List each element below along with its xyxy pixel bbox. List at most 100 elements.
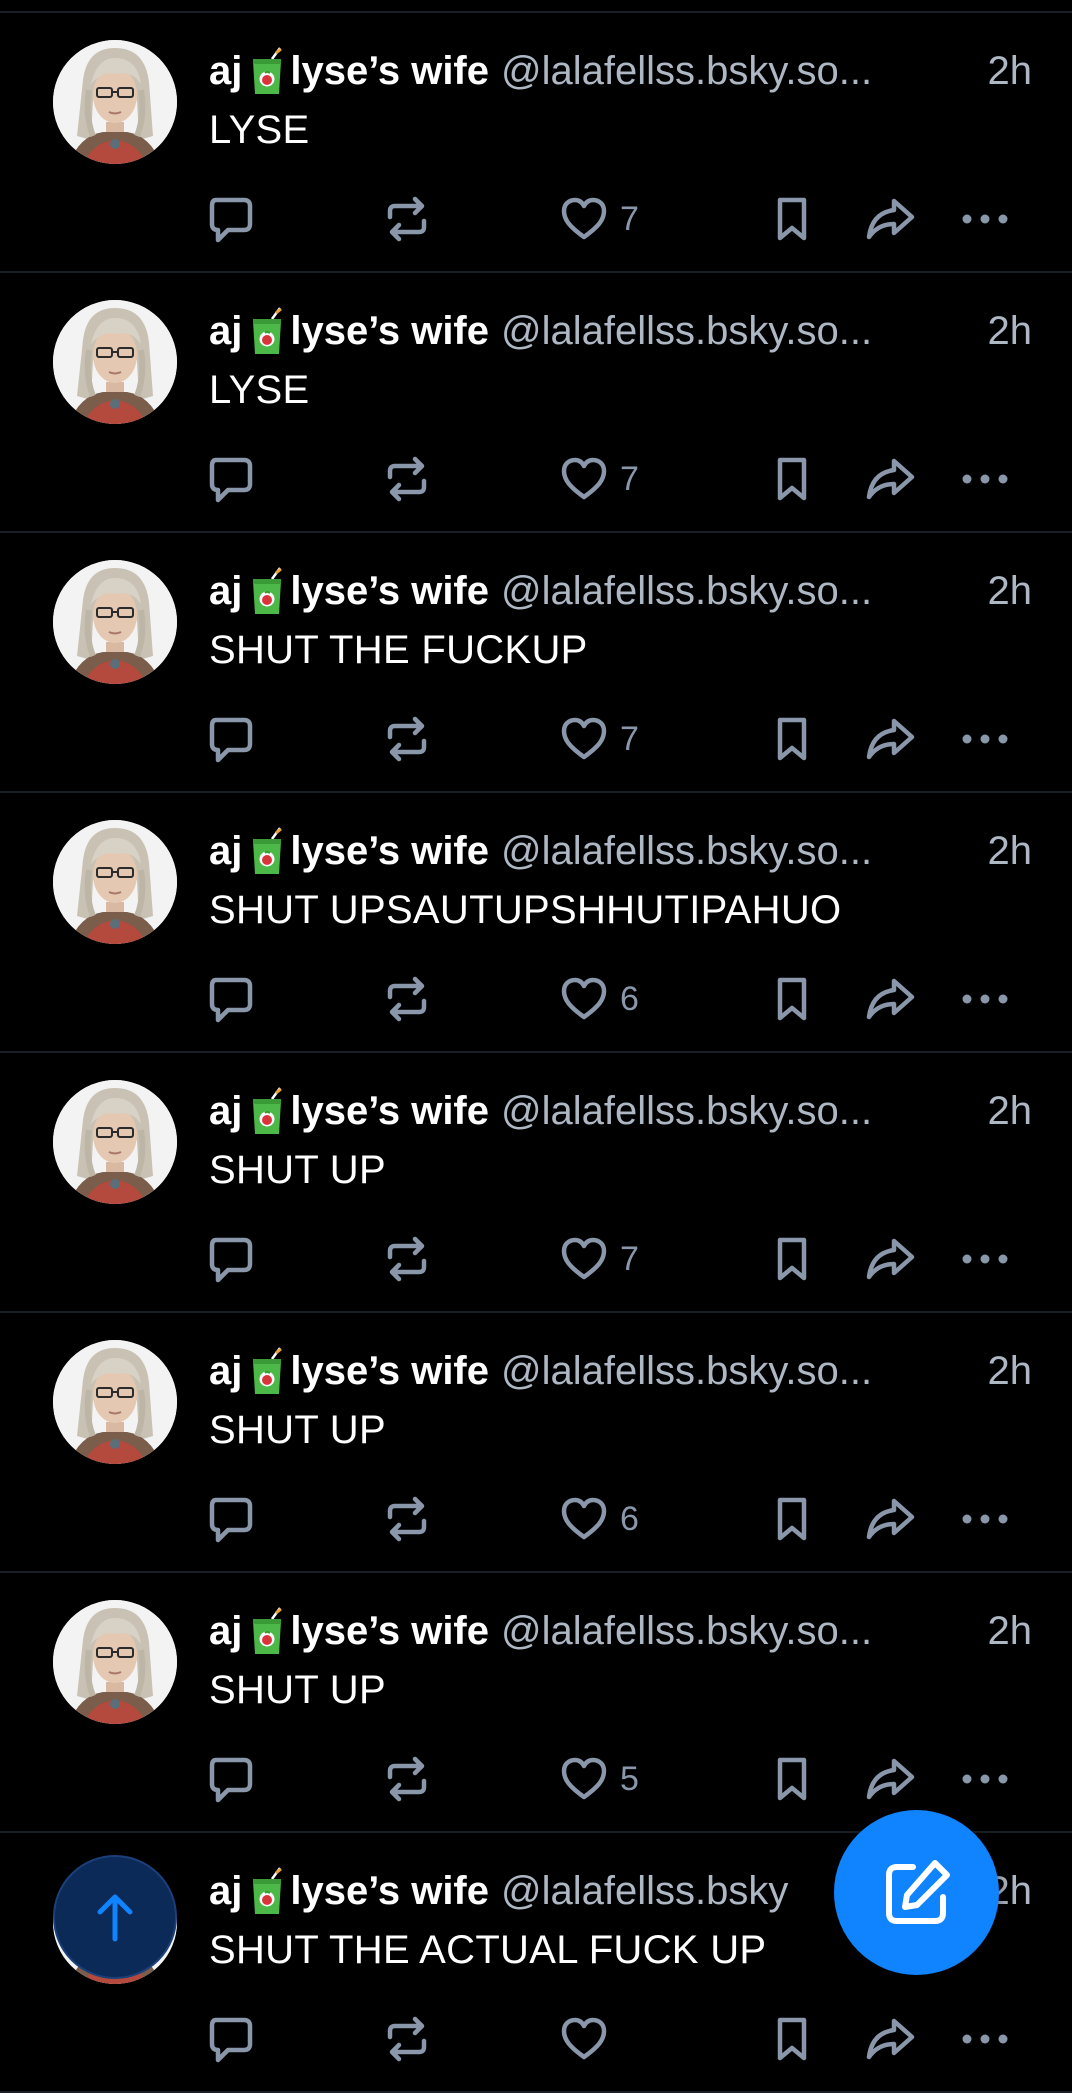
repost-button[interactable]: [384, 971, 430, 1027]
reply-button[interactable]: [206, 1491, 254, 1547]
user-handle[interactable]: @lalafellss.bsky.so...: [501, 49, 974, 94]
avatar[interactable]: [53, 1080, 177, 1204]
post-text: SHUT UP: [209, 1668, 386, 1712]
share-button[interactable]: [864, 711, 916, 767]
post-timestamp[interactable]: 2h: [988, 1349, 1033, 1394]
post-header: aj lyse’s wife @lalafellss.bsky.so... 2h: [209, 1341, 1032, 1401]
share-button[interactable]: [864, 2011, 916, 2067]
display-name[interactable]: aj lyse’s wife: [209, 1607, 489, 1655]
like-button[interactable]: 7: [560, 191, 639, 247]
share-button[interactable]: [864, 1231, 916, 1287]
bookmark-button[interactable]: [772, 191, 812, 247]
share-button[interactable]: [864, 191, 916, 247]
like-button[interactable]: 6: [560, 971, 639, 1027]
heart-icon: [561, 717, 607, 760]
avatar[interactable]: [53, 820, 177, 944]
like-button[interactable]: 5: [560, 1751, 639, 1807]
like-button[interactable]: 7: [560, 451, 639, 507]
post-timestamp[interactable]: 2h: [988, 309, 1033, 354]
scroll-to-top-button[interactable]: [53, 1855, 177, 1979]
repost-button[interactable]: [384, 451, 430, 507]
bookmark-button[interactable]: [772, 1751, 812, 1807]
feed-post[interactable]: aj lyse’s wife @lalafellss.bsky.so... 2h…: [0, 273, 1072, 533]
share-icon: [866, 458, 915, 500]
share-button[interactable]: [864, 1751, 916, 1807]
repost-button[interactable]: [384, 191, 430, 247]
juice-box-emoji-icon: [250, 1087, 284, 1135]
display-name[interactable]: aj lyse’s wife: [209, 827, 489, 875]
like-count: 7: [620, 459, 639, 498]
post-timestamp[interactable]: 2h: [988, 49, 1033, 94]
repost-button[interactable]: [384, 711, 430, 767]
repost-button[interactable]: [384, 1751, 430, 1807]
like-button[interactable]: [560, 2011, 620, 2067]
reply-button[interactable]: [206, 711, 254, 767]
reply-button[interactable]: [206, 1231, 254, 1287]
repost-icon: [387, 196, 427, 242]
repost-icon: [387, 456, 427, 502]
avatar[interactable]: [53, 40, 177, 164]
feed-post[interactable]: aj lyse’s wife @lalafellss.bsky.so... 2h…: [0, 1053, 1072, 1313]
repost-button[interactable]: [384, 2011, 430, 2067]
more-options-button[interactable]: [961, 2011, 1009, 2067]
more-options-button[interactable]: [961, 711, 1009, 767]
reply-button[interactable]: [206, 1751, 254, 1807]
bookmark-icon: [777, 1497, 807, 1541]
bookmark-button[interactable]: [772, 1231, 812, 1287]
more-options-button[interactable]: [961, 1231, 1009, 1287]
bookmark-button[interactable]: [772, 711, 812, 767]
display-name-part: lyse’s wife: [290, 828, 489, 873]
share-button[interactable]: [864, 1491, 916, 1547]
feed-post[interactable]: aj lyse’s wife @lalafellss.bsky.so... 2h…: [0, 1573, 1072, 1833]
display-name[interactable]: aj lyse’s wife: [209, 1087, 489, 1135]
like-button[interactable]: 7: [560, 1231, 639, 1287]
avatar[interactable]: [53, 1600, 177, 1724]
post-actions: 7: [0, 451, 1072, 507]
reply-button[interactable]: [206, 451, 254, 507]
avatar[interactable]: [53, 560, 177, 684]
feed-post[interactable]: aj lyse’s wife @lalafellss.bsky.so... 2h…: [0, 13, 1072, 273]
bookmark-button[interactable]: [772, 451, 812, 507]
compose-button[interactable]: [834, 1810, 999, 1975]
more-options-button[interactable]: [961, 971, 1009, 1027]
display-name[interactable]: aj lyse’s wife: [209, 47, 489, 95]
user-handle[interactable]: @lalafellss.bsky.so...: [501, 569, 974, 614]
like-button[interactable]: 6: [560, 1491, 639, 1547]
display-name[interactable]: aj lyse’s wife: [209, 1347, 489, 1395]
feed-post[interactable]: aj lyse’s wife @lalafellss.bsky.so... 2h…: [0, 793, 1072, 1053]
avatar[interactable]: [53, 300, 177, 424]
post-timestamp[interactable]: 2h: [988, 569, 1033, 614]
user-handle[interactable]: @lalafellss.bsky.so...: [501, 309, 974, 354]
share-button[interactable]: [864, 451, 916, 507]
bookmark-button[interactable]: [772, 971, 812, 1027]
post-timestamp[interactable]: 2h: [988, 1089, 1033, 1134]
user-handle[interactable]: @lalafellss.bsky.so...: [501, 1089, 974, 1134]
more-options-button[interactable]: [961, 451, 1009, 507]
like-button[interactable]: 7: [560, 711, 639, 767]
display-name[interactable]: aj lyse’s wife: [209, 307, 489, 355]
more-options-button[interactable]: [961, 191, 1009, 247]
display-name[interactable]: aj lyse’s wife: [209, 567, 489, 615]
post-timestamp[interactable]: 2h: [988, 829, 1033, 874]
more-options-button[interactable]: [961, 1751, 1009, 1807]
more-options-button[interactable]: [961, 1491, 1009, 1547]
feed-post[interactable]: aj lyse’s wife @lalafellss.bsky.so... 2h…: [0, 533, 1072, 793]
bookmark-button[interactable]: [772, 1491, 812, 1547]
user-handle[interactable]: @lalafellss.bsky.so...: [501, 1349, 974, 1394]
reply-button[interactable]: [206, 2011, 254, 2067]
repost-button[interactable]: [384, 1231, 430, 1287]
display-name[interactable]: aj lyse’s wife: [209, 1867, 489, 1915]
post-text: LYSE: [209, 368, 310, 412]
user-handle[interactable]: @lalafellss.bsky.so...: [501, 1609, 974, 1654]
display-name-part: aj: [209, 568, 243, 613]
feed-post[interactable]: aj lyse’s wife @lalafellss.bsky.so... 2h…: [0, 1313, 1072, 1573]
post-timestamp[interactable]: 2h: [988, 1609, 1033, 1654]
user-handle[interactable]: @lalafellss.bsky.so...: [501, 829, 974, 874]
reply-icon: [209, 457, 253, 503]
reply-button[interactable]: [206, 971, 254, 1027]
reply-button[interactable]: [206, 191, 254, 247]
share-button[interactable]: [864, 971, 916, 1027]
bookmark-button[interactable]: [772, 2011, 812, 2067]
repost-button[interactable]: [384, 1491, 430, 1547]
avatar[interactable]: [53, 1340, 177, 1464]
